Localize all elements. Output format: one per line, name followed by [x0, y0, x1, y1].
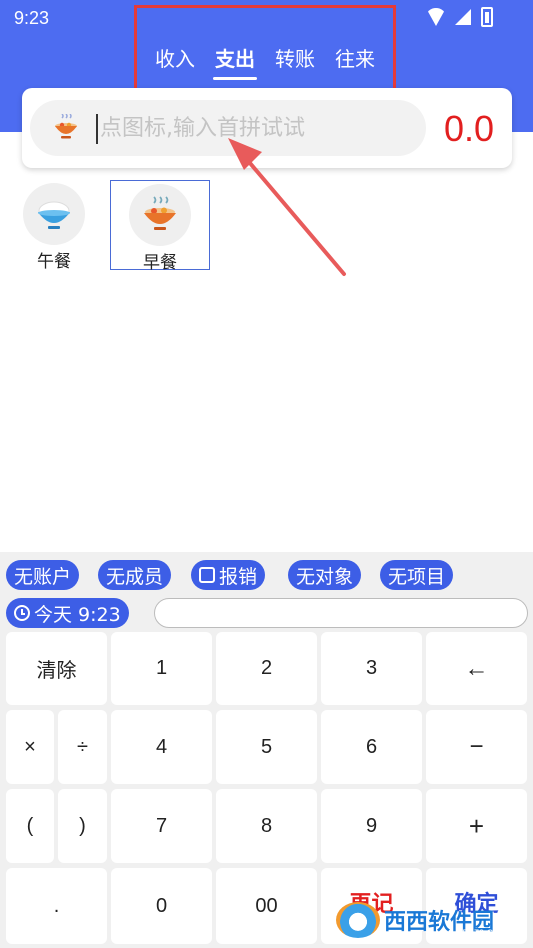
key-6[interactable]: 6 [321, 710, 422, 784]
account-chip[interactable]: 无账户 [6, 560, 80, 590]
noodle-bowl-icon [129, 184, 191, 246]
status-time: 9:23 [14, 8, 50, 28]
key-multiply[interactable]: × [6, 710, 54, 784]
datetime-label: 今天 9:23 [34, 603, 121, 626]
entry-card: 0.0 [22, 88, 512, 168]
key-5[interactable]: 5 [216, 710, 317, 784]
note-input[interactable] [154, 598, 528, 628]
key-right-paren[interactable]: ) [58, 789, 107, 863]
tab-transfer[interactable]: 转账 [273, 43, 317, 72]
key-minus[interactable]: − [426, 710, 527, 784]
breakfast-bowl-icon[interactable] [52, 114, 80, 142]
amount-display: 0.0 [443, 108, 494, 149]
key-divide[interactable]: ÷ [58, 710, 107, 784]
counterparty-chip[interactable]: 无对象 [288, 560, 362, 590]
member-chip[interactable]: 无成员 [98, 560, 172, 590]
category-lunch[interactable]: 午餐 [4, 180, 104, 272]
member-label: 无成员 [106, 565, 164, 588]
search-input[interactable] [100, 110, 410, 146]
category-label: 午餐 [37, 252, 71, 272]
key-9[interactable]: 9 [321, 789, 422, 863]
search-pill[interactable] [30, 100, 426, 156]
site-watermark: 西西软件园 CR173.COM [336, 900, 516, 940]
key-4[interactable]: 4 [111, 710, 212, 784]
wifi-icon [426, 8, 446, 26]
key-8[interactable]: 8 [216, 789, 317, 863]
backspace-key[interactable]: ← [426, 632, 527, 705]
project-label: 无项目 [388, 565, 446, 588]
signal-icon [455, 9, 471, 25]
key-plus[interactable]: + [426, 789, 527, 863]
key-3[interactable]: 3 [321, 632, 422, 705]
reimburse-label: 报销 [219, 565, 258, 588]
watermark-logo-icon [336, 902, 380, 938]
key-7[interactable]: 7 [111, 789, 212, 863]
rice-bowl-icon [23, 183, 85, 245]
tab-income[interactable]: 收入 [153, 43, 197, 72]
key-2[interactable]: 2 [216, 632, 317, 705]
clock-icon [14, 605, 30, 621]
watermark-url: CR173.COM [456, 928, 508, 938]
category-breakfast[interactable]: 早餐 [110, 180, 210, 273]
key-0[interactable]: 0 [111, 868, 212, 944]
type-tabs: 收入 支出 转账 往来 [134, 5, 396, 101]
key-1[interactable]: 1 [111, 632, 212, 705]
battery-icon [481, 7, 493, 27]
key-dot[interactable]: . [6, 868, 107, 944]
key-clear[interactable]: 清除 [6, 632, 107, 705]
project-chip[interactable]: 无项目 [380, 560, 454, 590]
account-label: 无账户 [14, 565, 72, 588]
datetime-chip[interactable]: 今天 9:23 [6, 598, 129, 628]
tab-expense[interactable]: 支出 [213, 43, 257, 80]
tab-dealings[interactable]: 往来 [333, 43, 377, 72]
key-left-paren[interactable]: ( [6, 789, 54, 863]
counterparty-label: 无对象 [296, 565, 354, 588]
checkbox-icon[interactable] [199, 567, 215, 583]
category-label: 早餐 [143, 253, 177, 273]
key-00[interactable]: 00 [216, 868, 317, 944]
reimburse-chip[interactable]: 报销 [191, 560, 266, 590]
text-caret [96, 114, 98, 144]
